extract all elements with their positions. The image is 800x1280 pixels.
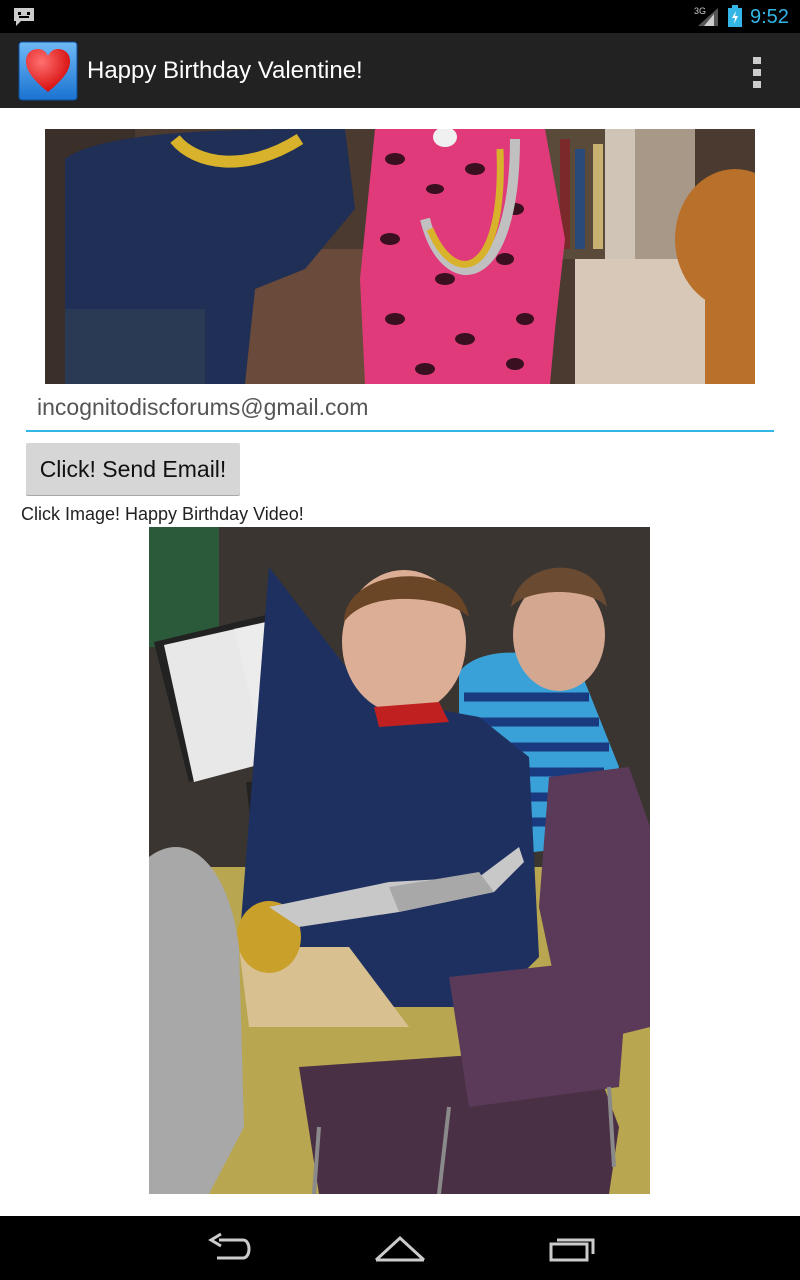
status-time: 9:52 bbox=[750, 6, 789, 28]
status-bar: 3G 9:52 bbox=[0, 0, 800, 33]
overflow-menu-icon[interactable] bbox=[745, 55, 769, 91]
home-icon[interactable] bbox=[372, 1230, 428, 1266]
network-type-label: 3G bbox=[694, 6, 706, 16]
app-title: Happy Birthday Valentine! bbox=[87, 57, 363, 84]
email-field[interactable] bbox=[26, 392, 774, 432]
nav-bar bbox=[0, 1216, 800, 1280]
action-bar: Happy Birthday Valentine! bbox=[0, 33, 800, 108]
signal-icon: 3G bbox=[694, 6, 718, 26]
recent-apps-icon[interactable] bbox=[545, 1230, 597, 1266]
back-icon[interactable] bbox=[205, 1230, 255, 1266]
heart-icon[interactable] bbox=[18, 41, 78, 101]
message-icon bbox=[14, 8, 34, 26]
send-email-button[interactable]: Click! Send Email! bbox=[26, 443, 240, 495]
video-caption: Click Image! Happy Birthday Video! bbox=[21, 504, 304, 524]
battery-charging-icon bbox=[728, 5, 742, 27]
main-photo[interactable] bbox=[149, 527, 650, 1194]
top-photo bbox=[45, 129, 755, 384]
